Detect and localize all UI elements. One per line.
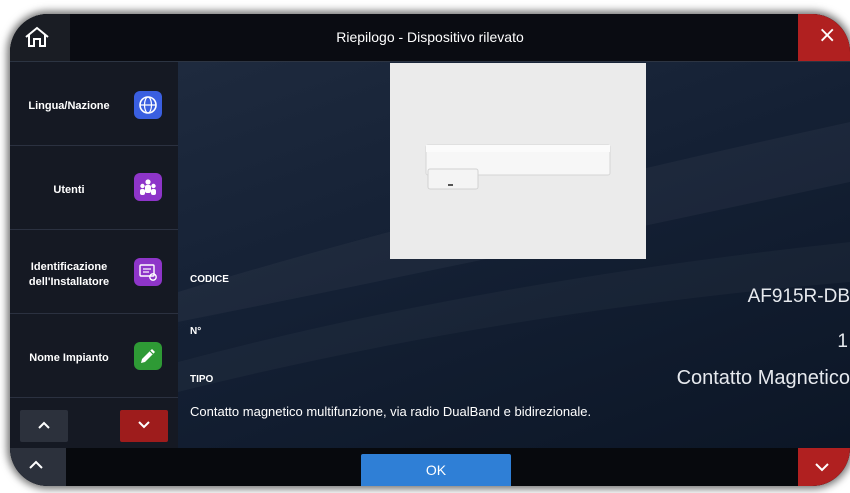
bottom-bar: OK [10,448,850,486]
numero-label: N° [190,326,202,337]
sidebar-item-label: Nome Impianto [29,352,109,364]
bottom-scroll-down-button[interactable] [798,448,850,486]
sidebar-item-label: Utenti [53,184,85,196]
tipo-value: Contatto Magnetico [676,367,850,389]
chevron-up-icon [29,460,43,469]
sidebar-item-label: Identificazione dell'Installatore [10,260,128,290]
chevron-down-icon [138,421,150,429]
sidebar: Lingua/Nazione Utenti Identificazione de… [10,62,178,402]
pencil-icon [134,342,162,370]
codice-value: AF915R-DB [747,286,850,307]
sidebar-item-label-line: Identificazione [30,261,108,273]
device-image [390,63,646,259]
page-title: Riepilogo - Dispositivo rilevato [336,29,524,45]
sidebar-scroll-up-button[interactable] [20,410,68,442]
sidebar-scroll-down-button[interactable] [120,410,168,442]
installer-id-icon [134,258,162,286]
close-icon: × [818,23,837,48]
numero-value: 1 [837,331,848,352]
codice-label: CODICE [190,274,229,285]
close-button[interactable]: × [798,14,850,61]
ok-button[interactable]: OK [361,454,511,486]
chevron-down-icon [815,463,829,472]
sidebar-pagination [10,402,178,448]
sidebar-item-label: Lingua/Nazione [28,100,110,112]
device-summary-panel: CODICE AF915R-DB N° 1 TIPO Contatto Magn… [178,62,850,448]
device-screen: Riepilogo - Dispositivo rilevato × Lingu… [10,14,850,486]
device-description: Contatto magnetico multifunzione, via ra… [190,404,592,419]
users-icon [134,173,162,201]
bottom-scroll-up-button[interactable] [10,448,66,486]
title-bar: Riepilogo - Dispositivo rilevato × [10,14,850,62]
chevron-up-icon [38,421,50,429]
sidebar-item-utenti[interactable]: Utenti [10,146,178,230]
tipo-label: TIPO [190,374,214,385]
globe-icon [134,91,162,119]
sidebar-item-nome-impianto[interactable]: Nome Impianto [10,314,178,398]
sidebar-item-lingua-nazione[interactable]: Lingua/Nazione [10,62,178,146]
sidebar-item-identificazione-installatore[interactable]: Identificazione dell'Installatore [10,230,178,314]
sidebar-item-label-line: dell'Installatore [28,276,110,288]
